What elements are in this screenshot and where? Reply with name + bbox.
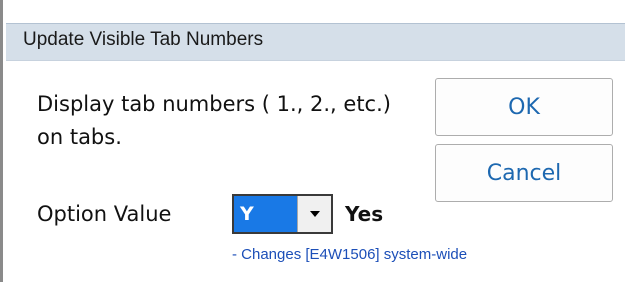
option-value-select[interactable]: Y xyxy=(232,194,333,234)
option-value-selected: Y xyxy=(234,196,297,232)
cancel-button[interactable]: Cancel xyxy=(435,144,613,202)
dropdown-button[interactable] xyxy=(297,196,331,232)
chevron-down-icon xyxy=(309,211,320,217)
option-value-label: Option Value xyxy=(37,202,172,226)
dialog-title: Update Visible Tab Numbers xyxy=(23,29,264,50)
ok-button[interactable]: OK xyxy=(435,78,613,136)
system-wide-note: - Changes [E4W1506] system-wide xyxy=(232,246,468,263)
dialog-window: Update Visible Tab Numbers Display tab n… xyxy=(0,0,625,282)
dialog-message: Display tab numbers ( 1., 2., etc.) on t… xyxy=(37,92,391,149)
option-value-description: Yes xyxy=(345,202,384,226)
